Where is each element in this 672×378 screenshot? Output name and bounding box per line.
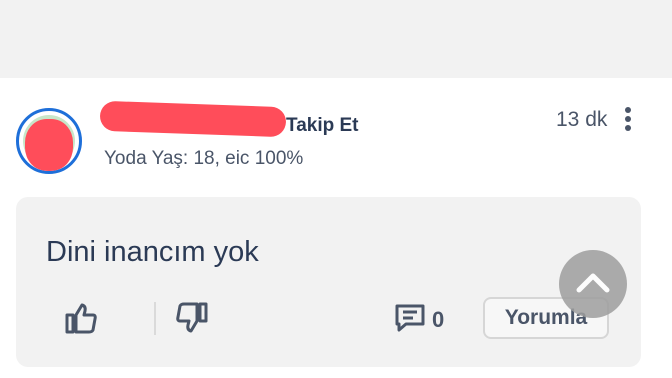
more-vert-icon[interactable] <box>620 104 636 136</box>
replies-count: 0 <box>432 307 445 332</box>
username-redaction <box>99 100 287 138</box>
avatar-redaction <box>25 119 73 171</box>
thumbs-down-icon[interactable] <box>175 300 209 339</box>
comment-icon[interactable] <box>394 302 426 339</box>
follow-button[interactable]: Takip Et <box>286 115 359 137</box>
top-bar <box>0 0 672 78</box>
avatar[interactable] <box>16 108 82 174</box>
action-divider <box>154 302 156 335</box>
post-time: 13 dk <box>556 108 608 131</box>
chevron-up-icon <box>576 273 610 293</box>
user-meta: Yoda Yaş: 18, eic 100% <box>104 148 304 169</box>
scroll-to-top-button[interactable] <box>559 250 627 318</box>
thumbs-up-icon[interactable] <box>64 302 98 341</box>
comment-card <box>16 197 641 367</box>
comment-text: Dini inancım yok <box>46 236 259 268</box>
